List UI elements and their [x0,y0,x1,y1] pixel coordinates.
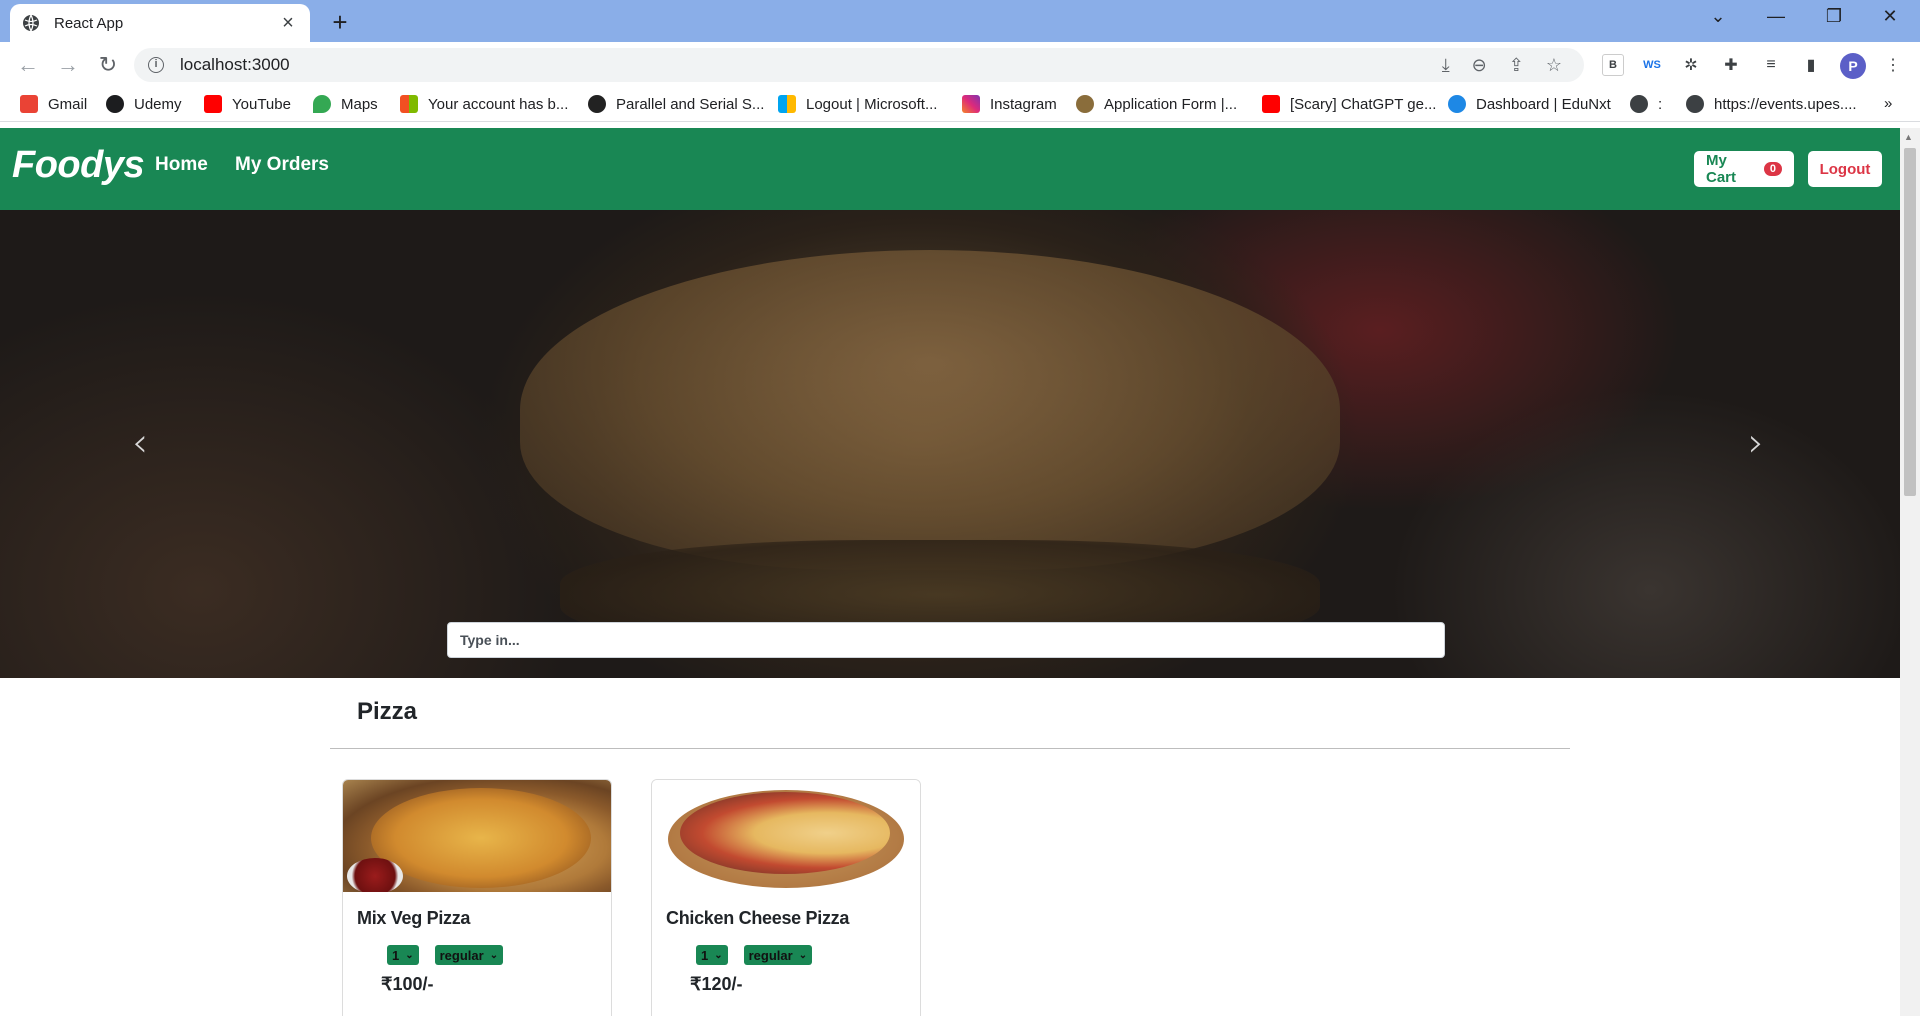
share-icon[interactable]: ⇪ [1509,55,1524,76]
udemy-icon [106,95,124,113]
chicken-cheese-pizza-image [652,780,920,892]
restore-button[interactable]: ❐ [1814,6,1854,27]
edunxt-icon [1448,95,1466,113]
media-control-icon[interactable]: ≡ [1760,54,1782,76]
profile-avatar[interactable]: P [1840,53,1866,79]
hero-carousel: ‹ › [0,210,1900,678]
extensions-puzzle-icon[interactable]: ✚ [1720,54,1742,76]
browser-toolbar: ← → ↻ i localhost:3000 ⤓ ⊖ ⇪ ☆ B WS ✲ ✚ … [0,42,1920,88]
side-panel-icon[interactable]: ▮ [1800,54,1822,76]
scroll-up-icon[interactable]: ▲ [1904,132,1913,142]
menu-kebab-icon[interactable]: ⋮ [1882,54,1904,76]
site-brand[interactable]: Foodys [12,144,145,187]
chevron-down-icon: ⌄ [714,949,723,961]
site-navbar: Foodys Home My Orders My Cart 0 Logout [0,128,1900,210]
bookmark-globe[interactable]: : [1630,95,1662,113]
gmail-icon [20,95,38,113]
carousel-next-icon[interactable]: › [1748,420,1764,466]
close-tab-icon[interactable]: × [278,12,298,35]
address-bar[interactable]: i localhost:3000 ⤓ ⊖ ⇪ ☆ [134,48,1584,82]
search-input[interactable] [447,622,1445,658]
my-cart-button[interactable]: My Cart 0 [1694,151,1794,187]
card-price: ₹100/- [381,974,434,994]
youtube-icon [204,95,222,113]
instagram-icon [962,95,980,113]
size-select[interactable]: regular ⌄ [743,945,813,965]
browser-tab-bar: React App × + ⌄ — ❐ ✕ [0,0,1920,42]
site-icon [588,95,606,113]
globe-icon [1630,95,1648,113]
category-divider [330,748,1570,749]
browser-tab[interactable]: React App × [10,4,310,42]
zoom-icon[interactable]: ⊖ [1472,55,1487,76]
bookmark-maps[interactable]: Maps [313,95,378,113]
microsoft-icon [400,95,418,113]
card-options: 1 ⌄ regular ⌄ [387,945,504,965]
page-scrollbar[interactable]: ▲ [1900,128,1920,1016]
bookmarks-bar: Gmail Udemy YouTube Maps Your account ha… [0,88,1920,122]
form-icon [1076,95,1094,113]
bookmark-microsoft-logout[interactable]: Logout | Microsoft... [778,95,937,113]
cart-count-badge: 0 [1763,162,1782,176]
quantity-select[interactable]: 1 ⌄ [387,945,419,965]
new-tab-button[interactable]: + [326,7,354,38]
extension-bug-icon[interactable]: ✲ [1680,54,1702,76]
carousel-prev-icon[interactable]: ‹ [132,420,148,466]
bookmark-upes-events[interactable]: https://events.upes.... [1686,95,1857,113]
bookmark-udemy[interactable]: Udemy [106,95,182,113]
chevron-down-icon: ⌄ [405,949,414,961]
bookmark-youtube[interactable]: YouTube [204,95,291,113]
nav-home[interactable]: Home [155,154,208,176]
category-title: Pizza [357,698,418,725]
globe-icon [22,14,40,32]
food-card-chicken-cheese-pizza: Chicken Cheese Pizza 1 ⌄ regular ⌄ ₹120/- [651,779,921,1016]
microsoft-icon [778,95,796,113]
bookmark-chatgpt-video[interactable]: [Scary] ChatGPT ge... [1262,95,1436,113]
youtube-icon [1262,95,1280,113]
card-options: 1 ⌄ regular ⌄ [696,945,813,965]
tab-search-icon[interactable]: ⌄ [1698,6,1738,27]
card-title: Mix Veg Pizza [357,908,471,928]
more-bookmarks-button[interactable]: » [1884,95,1892,112]
burger-image [520,250,1340,570]
quantity-select[interactable]: 1 ⌄ [696,945,728,965]
site-info-icon[interactable]: i [148,57,164,73]
scrollbar-thumb[interactable] [1904,148,1916,496]
nav-my-orders[interactable]: My Orders [235,154,329,176]
globe-icon [1686,95,1704,113]
card-title: Chicken Cheese Pizza [666,908,850,928]
maps-icon [313,95,331,113]
star-icon[interactable]: ☆ [1546,55,1562,76]
install-icon[interactable]: ⤓ [1442,55,1450,76]
url-text[interactable]: localhost:3000 [180,55,1442,75]
bookmark-edunxt[interactable]: Dashboard | EduNxt [1448,95,1611,113]
reload-icon[interactable]: ↻ [94,52,122,78]
cart-label: My Cart [1706,152,1737,186]
bookmark-microsoft-account[interactable]: Your account has b... [400,95,568,113]
food-card-mix-veg-pizza: Mix Veg Pizza 1 ⌄ regular ⌄ ₹100/- [342,779,612,1016]
back-arrow-icon[interactable]: ← [14,52,42,78]
chevron-down-icon: ⌄ [798,949,808,961]
extension-ws-icon[interactable]: WS [1641,54,1663,76]
bookmark-gmail[interactable]: Gmail [20,95,87,113]
size-select[interactable]: regular ⌄ [434,945,504,965]
minimize-button[interactable]: — [1756,6,1796,27]
mix-veg-pizza-image [343,780,611,892]
close-window-button[interactable]: ✕ [1870,6,1910,27]
extension-b-icon[interactable]: B [1602,54,1624,76]
chevron-down-icon: ⌄ [489,949,499,961]
tab-title: React App [54,14,124,32]
bookmark-application-form[interactable]: Application Form |... [1076,95,1237,113]
logout-button[interactable]: Logout [1808,151,1882,187]
bookmark-instagram[interactable]: Instagram [962,95,1057,113]
card-price: ₹120/- [690,974,743,994]
bookmark-parallel-serial[interactable]: Parallel and Serial S... [588,95,764,113]
web-page: Foodys Home My Orders My Cart 0 Logout ‹… [0,128,1900,1016]
forward-arrow-icon[interactable]: → [54,52,82,78]
